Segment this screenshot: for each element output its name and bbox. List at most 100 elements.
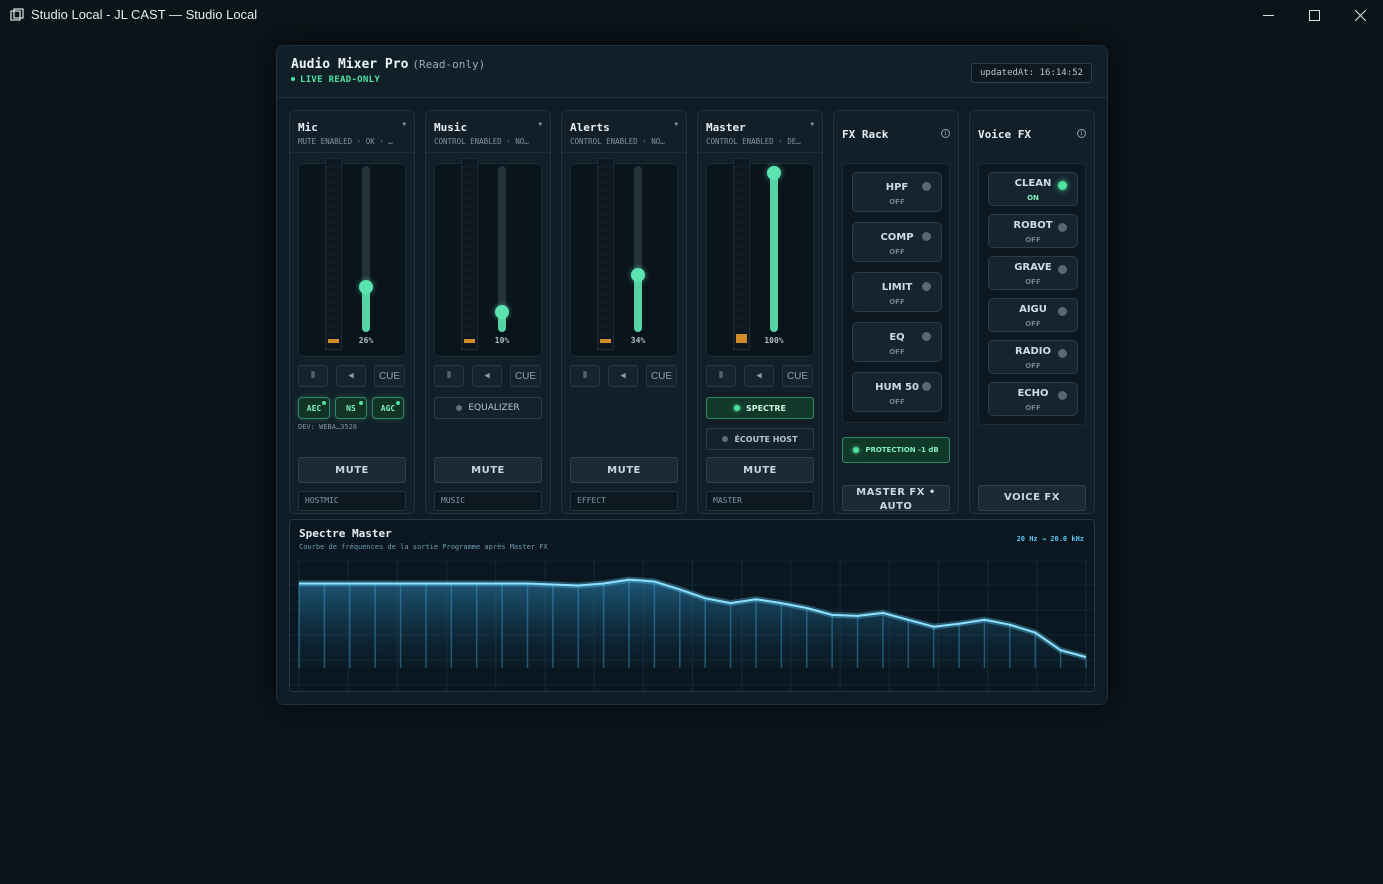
led-icon [922, 332, 931, 341]
master-fx-auto-button[interactable]: MASTER FX • AUTO [842, 485, 950, 512]
meter-level [600, 339, 611, 343]
channel-strip-mic: Mic ▼ MUTE ENABLED · OK · … 26% ⦀ ◀ CUE … [289, 110, 415, 514]
fader-area: 26% [298, 158, 406, 357]
spectrum-title: Spectre Master [299, 527, 392, 540]
voice-echo-button[interactable]: ECHO OFF [988, 382, 1078, 416]
fader-percent: 100% [764, 336, 784, 345]
aec-label: AEC [306, 403, 322, 413]
speaker-icon: ◀ [348, 371, 354, 381]
mute-button[interactable]: MUTE [706, 457, 814, 483]
channel-header[interactable]: Alerts ▼ CONTROL ENABLED · NO… [562, 111, 686, 153]
ns-led-icon [359, 401, 363, 405]
voice-clean-button[interactable]: CLEAN ON [988, 172, 1078, 206]
channel-header[interactable]: Music ▼ CONTROL ENABLED · NO… [426, 111, 550, 153]
voice-fx-button[interactable]: VOICE FX [978, 485, 1086, 511]
maximize-icon [1308, 10, 1320, 21]
solo-button[interactable]: ⦀ [706, 365, 736, 387]
speaker-button[interactable]: ◀ [472, 365, 502, 387]
protection-led-icon [853, 447, 860, 453]
speaker-icon: ◀ [484, 371, 490, 381]
agc-toggle[interactable]: AGC [372, 397, 404, 419]
channel-strip-music: Music ▼ CONTROL ENABLED · NO… 10% ⦀ ◀ CU… [425, 110, 551, 514]
channel-header[interactable]: Master ▼ CONTROL ENABLED · DE… [698, 111, 822, 153]
level-meter [461, 158, 478, 350]
voice-aigu-button[interactable]: AIGU OFF [988, 298, 1078, 332]
ecoute-host-button[interactable]: ÉCOUTE HOST [706, 428, 814, 450]
speaker-button[interactable]: ◀ [608, 365, 638, 387]
fx-limit-button[interactable]: LIMIT OFF [852, 272, 942, 312]
spectre-label: SPECTRE [745, 403, 787, 413]
fx-state: OFF [889, 248, 905, 256]
fader-track[interactable] [634, 166, 642, 332]
fader-knob[interactable] [495, 304, 509, 319]
maximize-button[interactable] [1291, 0, 1337, 31]
level-meter [597, 158, 614, 350]
solo-button[interactable]: ⦀ [298, 365, 328, 387]
aec-led-icon [322, 401, 326, 405]
protection-badge[interactable]: PROTECTION -1 dB [842, 437, 950, 463]
spectrum-subtitle: Courbe de fréquences de la sortie Progra… [299, 543, 548, 551]
info-icon[interactable]: i [1077, 129, 1086, 138]
equalizer-button[interactable]: EQUALIZER [434, 397, 542, 419]
chevron-down-icon[interactable]: ▼ [538, 121, 542, 128]
fader-knob[interactable] [631, 267, 645, 282]
fx-rack-list: HPF OFF COMP OFF LIMIT OFF EQ OFF HUM 50 OFF [842, 163, 950, 423]
channel-name: Mic [298, 121, 318, 134]
led-icon [1058, 223, 1067, 232]
mute-button[interactable]: MUTE [298, 457, 406, 483]
voice-fx-state: OFF [1025, 362, 1041, 370]
bars-icon: ⦀ [583, 371, 587, 381]
voice-grave-button[interactable]: GRAVE OFF [988, 256, 1078, 290]
fader-area: 100% [706, 158, 814, 357]
chevron-down-icon[interactable]: ▼ [674, 121, 678, 128]
title-bar: Studio Local - JL CAST — Studio Local [0, 0, 1383, 31]
fx-state: OFF [889, 348, 905, 356]
mute-button[interactable]: MUTE [434, 457, 542, 483]
solo-button[interactable]: ⦀ [570, 365, 600, 387]
fx-state: OFF [889, 398, 905, 406]
fader-knob[interactable] [359, 279, 373, 294]
speaker-button[interactable]: ◀ [744, 365, 774, 387]
mute-button[interactable]: MUTE [570, 457, 678, 483]
fader-track[interactable] [362, 166, 370, 332]
minimize-button[interactable] [1245, 0, 1291, 31]
cue-button[interactable]: CUE [374, 365, 405, 387]
channel-name: Master [706, 121, 746, 134]
fx-hpf-button[interactable]: HPF OFF [852, 172, 942, 212]
fx-comp-button[interactable]: COMP OFF [852, 222, 942, 262]
cue-button[interactable]: CUE [782, 365, 813, 387]
ns-toggle[interactable]: NS [335, 397, 367, 419]
fx-eq-button[interactable]: EQ OFF [852, 322, 942, 362]
app-title: Audio Mixer Pro (Read-only) [291, 57, 485, 72]
channel-controls: ⦀ ◀ CUE [434, 365, 544, 389]
close-icon [1354, 10, 1366, 21]
fader-track[interactable] [770, 166, 778, 332]
channel-header[interactable]: Mic ▼ MUTE ENABLED · OK · … [290, 111, 414, 153]
close-button[interactable] [1337, 0, 1383, 31]
led-icon [1058, 181, 1067, 190]
mixer-panel: Audio Mixer Pro (Read-only) LIVE READ-ONL… [276, 45, 1108, 705]
info-icon[interactable]: i [941, 129, 950, 138]
chevron-down-icon[interactable]: ▼ [810, 121, 814, 128]
led-icon [1058, 307, 1067, 316]
aec-toggle[interactable]: AEC [298, 397, 330, 419]
io-route: HOSTMIC [298, 491, 406, 511]
channel-controls: ⦀ ◀ CUE [298, 365, 408, 389]
bars-icon: ⦀ [447, 371, 451, 381]
fx-hum50-button[interactable]: HUM 50 OFF [852, 372, 942, 412]
spectre-button[interactable]: SPECTRE [706, 397, 814, 419]
voice-radio-button[interactable]: RADIO OFF [988, 340, 1078, 374]
protection-label: PROTECTION -1 dB [865, 446, 939, 454]
fader-fill [634, 275, 642, 332]
voice-robot-button[interactable]: ROBOT OFF [988, 214, 1078, 248]
fader-knob[interactable] [767, 166, 781, 180]
cue-button[interactable]: CUE [510, 365, 541, 387]
speaker-button[interactable]: ◀ [336, 365, 366, 387]
solo-button[interactable]: ⦀ [434, 365, 464, 387]
channel-status: MUTE ENABLED · OK · … [298, 137, 393, 146]
window-title: Studio Local - JL CAST — Studio Local [31, 7, 258, 22]
chevron-down-icon[interactable]: ▼ [402, 121, 406, 128]
voice-fx-state: OFF [1025, 320, 1041, 328]
cue-button[interactable]: CUE [646, 365, 677, 387]
spectrum-graph [290, 560, 1094, 691]
